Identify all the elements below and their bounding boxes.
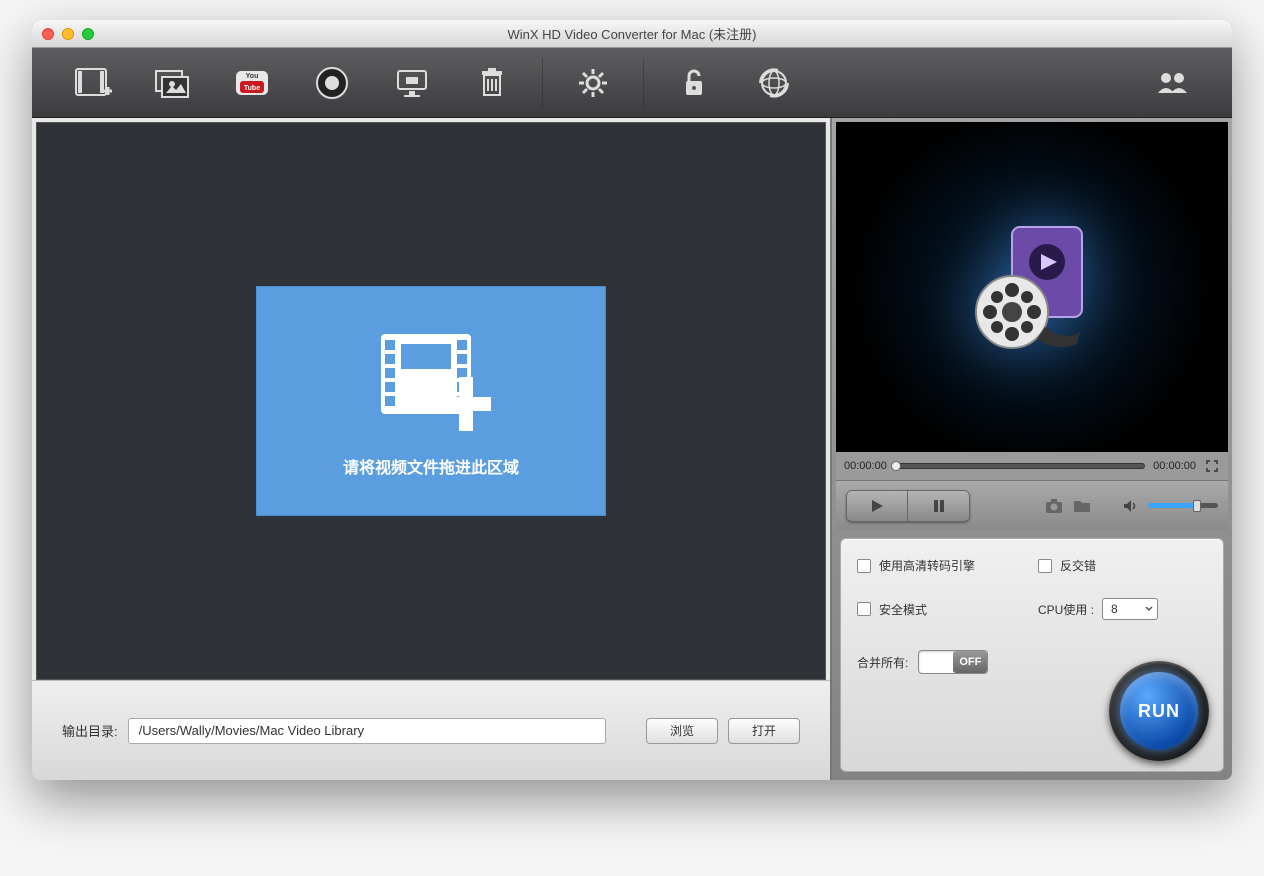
output-path-input[interactable] <box>128 718 606 744</box>
add-video-icon <box>72 63 112 103</box>
record-camera-button[interactable] <box>292 55 372 111</box>
volume-icon[interactable] <box>1120 496 1140 516</box>
svg-text:You: You <box>246 73 259 80</box>
checkbox[interactable] <box>857 559 871 573</box>
trash-icon <box>472 63 512 103</box>
open-button[interactable]: 打开 <box>728 718 800 744</box>
options-panel: 使用高清转码引擎 反交错 安全模式 CPU使用 : 8 <box>840 538 1224 772</box>
body: 请将视频文件拖进此区域 输出目录: 浏览 打开 <box>32 118 1232 780</box>
record-screen-button[interactable] <box>372 55 452 111</box>
add-video-button[interactable] <box>52 55 132 111</box>
unlock-button[interactable] <box>654 55 734 111</box>
record-screen-icon <box>392 63 432 103</box>
option-hd-engine[interactable]: 使用高清转码引擎 <box>857 557 1026 574</box>
folder-icon <box>1073 498 1091 514</box>
preview-placeholder-icon <box>957 212 1107 362</box>
svg-text:Tube: Tube <box>244 85 260 92</box>
play-icon <box>869 498 885 514</box>
time-end: 00:00:00 <box>1153 460 1196 472</box>
cpu-select[interactable]: 8 <box>1102 598 1158 620</box>
app-window: WinX HD Video Converter for Mac (未注册) <box>32 20 1232 780</box>
volume-thumb[interactable] <box>1193 500 1201 512</box>
play-button[interactable] <box>846 490 908 522</box>
web-update-button[interactable] <box>734 55 814 111</box>
settings-icon <box>573 63 613 103</box>
pause-button[interactable] <box>908 490 970 522</box>
option-label: 使用高清转码引擎 <box>879 557 975 574</box>
add-photo-button[interactable] <box>132 55 212 111</box>
cpu-label: CPU使用 : <box>1038 601 1094 618</box>
checkbox[interactable] <box>1038 559 1052 573</box>
add-photo-icon <box>152 63 192 103</box>
camera-icon <box>1045 498 1063 514</box>
drop-video-icon <box>371 324 491 434</box>
checkbox[interactable] <box>857 602 871 616</box>
drop-hint-text: 请将视频文件拖进此区域 <box>343 454 519 478</box>
about-icon <box>1152 63 1192 103</box>
right-pane: 00:00:00 00:00:00 <box>832 118 1232 780</box>
toolbar: You Tube <box>32 48 1232 118</box>
about-button[interactable] <box>1132 55 1212 111</box>
merge-toggle[interactable]: OFF <box>918 650 988 674</box>
option-safe-mode[interactable]: 安全模式 <box>857 598 1026 620</box>
snapshot-button[interactable] <box>1044 496 1064 516</box>
youtube-icon: You Tube <box>232 63 272 103</box>
option-label: 反交错 <box>1060 557 1096 574</box>
output-bar: 输出目录: 浏览 打开 <box>32 680 830 780</box>
settings-button[interactable] <box>553 55 633 111</box>
drop-area[interactable]: 请将视频文件拖进此区域 <box>36 122 826 680</box>
time-start: 00:00:00 <box>844 460 887 472</box>
option-deinterlace[interactable]: 反交错 <box>1038 557 1207 574</box>
timeline: 00:00:00 00:00:00 <box>836 452 1228 480</box>
web-update-icon <box>754 63 794 103</box>
timeline-track[interactable] <box>895 463 1145 469</box>
volume-slider[interactable] <box>1148 503 1218 508</box>
chevron-down-icon <box>1145 605 1153 613</box>
merge-label: 合并所有: <box>857 654 908 671</box>
output-label: 输出目录: <box>62 721 118 740</box>
trash-button[interactable] <box>452 55 532 111</box>
drop-card: 请将视频文件拖进此区域 <box>256 286 606 516</box>
unlock-icon <box>674 63 714 103</box>
pause-icon <box>932 499 946 513</box>
timeline-thumb[interactable] <box>891 461 901 471</box>
playbar <box>836 480 1228 530</box>
left-pane: 请将视频文件拖进此区域 输出目录: 浏览 打开 <box>32 118 832 780</box>
option-cpu-usage: CPU使用 : 8 <box>1038 598 1207 620</box>
cpu-value: 8 <box>1111 602 1118 616</box>
option-label: 安全模式 <box>879 601 927 618</box>
fullscreen-icon[interactable] <box>1204 458 1220 474</box>
toolbar-separator <box>542 58 543 108</box>
preview-viewport <box>836 122 1228 452</box>
toggle-state: OFF <box>953 651 987 673</box>
play-pause-group <box>846 490 970 522</box>
toolbar-separator <box>643 58 644 108</box>
window-title: WinX HD Video Converter for Mac (未注册) <box>32 24 1232 43</box>
titlebar: WinX HD Video Converter for Mac (未注册) <box>32 20 1232 48</box>
record-camera-icon <box>312 63 352 103</box>
run-button[interactable]: RUN <box>1109 661 1209 761</box>
browse-button[interactable]: 浏览 <box>646 718 718 744</box>
youtube-button[interactable]: You Tube <box>212 55 292 111</box>
run-label: RUN <box>1120 672 1198 750</box>
open-folder-button[interactable] <box>1072 496 1092 516</box>
